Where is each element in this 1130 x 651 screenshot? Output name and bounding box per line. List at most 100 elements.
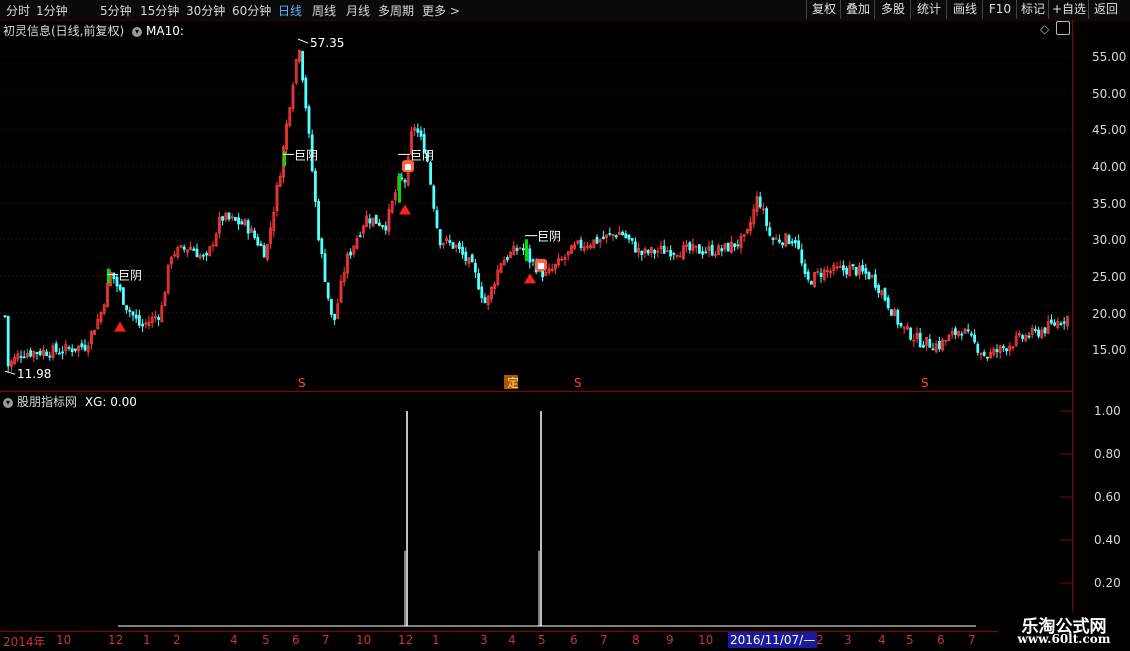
candle-body: [6, 315, 10, 367]
candle-body: [922, 344, 925, 348]
candle-body: [614, 235, 618, 238]
buy-triangle-icon: [114, 321, 126, 332]
candle-body: [938, 340, 941, 350]
multi-stock-button[interactable]: 多股: [874, 0, 911, 19]
candle-body: [621, 231, 624, 236]
high-pointer: [297, 38, 309, 44]
period-tab-weekly[interactable]: 周线: [312, 2, 336, 19]
date-month: 6: [570, 633, 578, 647]
candle-body: [320, 238, 324, 254]
candle-body: [646, 250, 650, 254]
candle-body: [883, 288, 887, 301]
buy-triangle-icon: [524, 273, 536, 284]
candle-body: [726, 242, 730, 252]
event-marker: S: [921, 376, 929, 390]
candle-body: [429, 162, 433, 185]
candle-body: [253, 230, 257, 239]
candle-body: [304, 77, 308, 109]
candle-body: [733, 243, 736, 248]
add-watchlist-button[interactable]: +自选: [1048, 0, 1089, 19]
overlay-button[interactable]: 叠加: [840, 0, 875, 19]
candle-body: [877, 285, 880, 294]
candle-body: [435, 210, 439, 229]
date-month: 3: [844, 633, 852, 647]
price-tick: 35.00: [1092, 197, 1127, 211]
candle-body: [483, 297, 487, 304]
candle-body: [438, 229, 442, 246]
adjust-button[interactable]: 复权: [806, 0, 841, 19]
candle-body: [122, 287, 125, 305]
candle-body: [374, 214, 378, 224]
candle-body: [307, 106, 311, 134]
date-month: 4: [230, 633, 238, 647]
f10-button[interactable]: F10: [982, 0, 1017, 19]
candle-body: [45, 351, 48, 357]
price-tick: 45.00: [1092, 123, 1127, 137]
candle-body: [22, 356, 26, 359]
date-month: 5: [538, 633, 546, 647]
candle-body: [867, 272, 871, 280]
period-tab-60min[interactable]: 60分钟: [232, 2, 271, 19]
candle-body: [966, 329, 970, 332]
candle-body: [38, 350, 42, 356]
candle-body: [918, 332, 922, 348]
date-month: 10: [356, 633, 372, 647]
candle-body: [653, 249, 656, 254]
period-tab-monthly[interactable]: 月线: [346, 2, 370, 19]
candle-body: [262, 245, 266, 258]
candle-body: [787, 235, 791, 245]
candle-body: [842, 265, 845, 271]
mark-button[interactable]: 标记: [1016, 0, 1049, 19]
draw-line-button[interactable]: 画线: [946, 0, 983, 19]
candle-body: [710, 244, 714, 256]
candle-body: [461, 246, 465, 255]
candle-body: [227, 212, 231, 220]
date-month: 7: [322, 633, 330, 647]
period-tab-30min[interactable]: 30分钟: [186, 2, 225, 19]
back-button[interactable]: 返回: [1088, 0, 1123, 19]
candle-body: [323, 253, 327, 282]
period-tab-intraday[interactable]: 分时: [6, 2, 30, 19]
candle-body: [982, 351, 986, 356]
candle-body: [678, 255, 682, 258]
period-tab-1min[interactable]: 1分钟: [36, 2, 68, 19]
candle-body: [118, 284, 122, 291]
price-tick: 25.00: [1092, 270, 1127, 284]
candle-body: [672, 252, 676, 255]
candle-body: [141, 323, 145, 327]
candlestick-chart: 巨阴巨阴 巨阴巨阴57.3511.98S 定 S S: [0, 36, 1072, 390]
candle-body: [419, 130, 423, 137]
period-tab-daily[interactable]: 日线: [278, 2, 302, 19]
period-toolbar: 分时 1分钟 5分钟 15分钟 30分钟 60分钟 日线 周线 月线 多周期 更…: [0, 0, 1130, 21]
candle-body: [201, 254, 205, 257]
selected-date[interactable]: 2016/11/07/—: [728, 632, 818, 648]
price-tick: 40.00: [1092, 160, 1127, 174]
candle-body: [3, 315, 7, 318]
period-tab-multi[interactable]: 多周期: [378, 2, 414, 19]
statistics-button[interactable]: 统计: [910, 0, 947, 19]
candle-body: [256, 237, 260, 246]
candle-body: [800, 249, 804, 264]
buy-triangle-icon: [399, 204, 411, 215]
signal-label: 巨阴: [118, 268, 142, 282]
candle-body: [432, 185, 436, 209]
candle-body: [896, 309, 900, 325]
period-tab-15min[interactable]: 15分钟: [140, 2, 179, 19]
candle-body: [1062, 321, 1066, 324]
period-tab-5min[interactable]: 5分钟: [100, 2, 132, 19]
candle-body: [522, 248, 525, 251]
date-month: 6: [937, 633, 945, 647]
date-year: 2014年: [3, 635, 46, 649]
candle-body: [195, 248, 199, 258]
candle-body: [1050, 319, 1053, 324]
candle-body: [634, 241, 637, 253]
candle-body: [349, 251, 353, 256]
candle-body: [976, 344, 980, 353]
candle-body: [864, 268, 868, 274]
candle-body: [326, 282, 330, 299]
candle-body: [400, 177, 404, 180]
period-tab-more[interactable]: 更多 >: [422, 2, 460, 19]
indicator-chart: [118, 410, 1072, 627]
sell-badge-icon: [405, 164, 411, 171]
candle-body: [874, 274, 877, 288]
